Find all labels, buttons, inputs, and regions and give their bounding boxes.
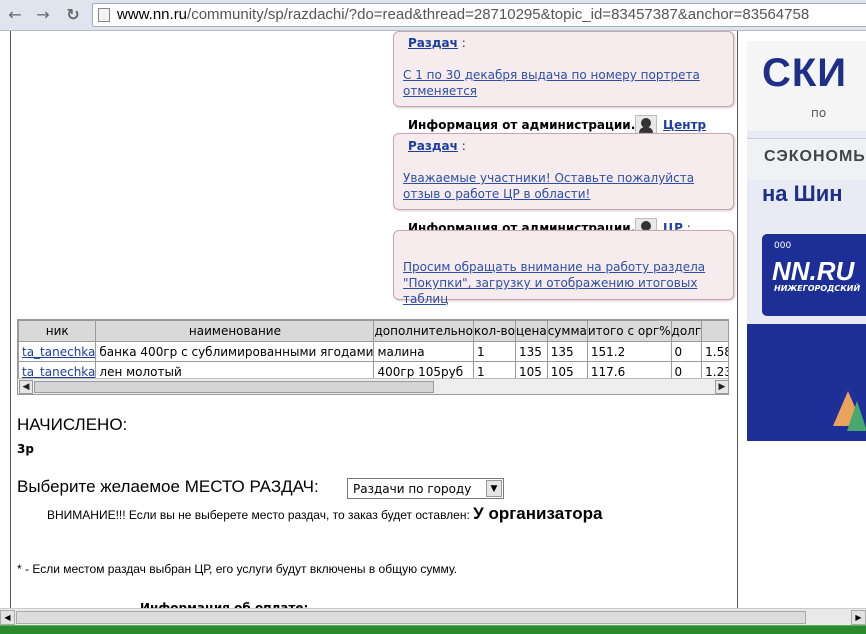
page-scroll-thumb[interactable] [16, 611, 806, 624]
message-box-1: Раздач : С 1 по 30 декабря выдача по ном… [393, 31, 734, 107]
accrued-value: 3р [17, 442, 34, 456]
url-text: www.nn.ru/community/sp/razdachi/?do=read… [117, 6, 809, 23]
order-table: ник наименование дополнительно кол-во це… [18, 320, 728, 382]
message-1-title[interactable]: Раздач [408, 36, 458, 50]
message-1-body[interactable]: С 1 по 30 декабря выдача по номеру портр… [403, 67, 723, 99]
pickup-place-selected: Раздачи по городу [353, 482, 472, 496]
scroll-right-icon[interactable]: ▶ [715, 380, 728, 394]
table-scroll-thumb[interactable] [34, 381, 434, 393]
column-header[interactable]: дополнительно [373, 320, 474, 342]
scroll-right-icon[interactable]: ▶ [851, 610, 866, 625]
pickup-place-select[interactable]: Раздачи по городу ▼ [347, 478, 504, 499]
table-cell: 1.58764417 [701, 341, 728, 362]
table-cell: ta_tanechka [18, 341, 97, 362]
table-cell: малина [373, 341, 474, 362]
back-arrow-icon[interactable]: ← [4, 4, 26, 26]
user-link[interactable]: ta_tanechka [22, 345, 95, 359]
pickup-warning: ВНИМАНИЕ!!! Если вы не выберете место ра… [47, 504, 602, 524]
advert-discount-card: 000 NN.RU НИЖЕГОРОДСКИЙ [762, 234, 866, 316]
table-cell: 135 [514, 341, 548, 362]
accrued-label: НАЧИСЛЕНО: [17, 415, 128, 434]
user-link[interactable]: ta_tanechka [22, 365, 95, 379]
pickup-warning-value: У организатора [473, 504, 603, 523]
column-header[interactable]: итого с орг% [586, 320, 672, 342]
pickup-note: * - Если местом раздач выбран ЦР, его ус… [17, 562, 458, 576]
message-box-3: Просим обращать внимание на работу разде… [393, 230, 734, 306]
message-2-author[interactable]: Центр [663, 118, 706, 132]
column-header[interactable]: наименование [95, 320, 375, 342]
message-box-2: Раздач : Уважаемые участники! Оставьте п… [393, 133, 734, 210]
column-header[interactable]: цена [514, 320, 548, 342]
table-cell: 1 [472, 341, 516, 362]
scroll-left-icon[interactable]: ◀ [19, 380, 33, 394]
address-bar[interactable]: www.nn.ru/community/sp/razdachi/?do=read… [92, 3, 866, 27]
advert-band: СЭКОНОМЬ [747, 138, 866, 180]
advert-top-text: СКИ [762, 51, 848, 95]
advert-card-subtitle: НИЖЕГОРОДСКИЙ [774, 284, 861, 293]
os-taskbar [0, 625, 866, 634]
admin-avatar-icon[interactable] [635, 115, 657, 135]
message-2-body[interactable]: Уважаемые участники! Оставьте пожалуйста… [403, 170, 728, 202]
message-2-header: Информация от администрации. [408, 118, 636, 132]
message-2-title[interactable]: Раздач [408, 139, 458, 153]
advert-top: СКИ по [747, 41, 866, 131]
column-header[interactable]: долг [670, 320, 703, 342]
table-cell: 0 [670, 341, 703, 362]
page-left-border [10, 31, 11, 608]
url-domain: www.nn.ru [117, 6, 188, 23]
url-path: /community/sp/razdachi/?do=read&thread=2… [187, 6, 810, 23]
page-horizontal-scrollbar[interactable]: ◀ ▶ [0, 608, 866, 625]
column-header[interactable]: тк [701, 320, 728, 342]
table-cell: 135 [546, 341, 588, 362]
pickup-place-label: Выберите желаемое МЕСТО РАЗДАЧ: [17, 477, 319, 496]
advert-top-subtext: по [811, 106, 827, 120]
chevron-down-icon[interactable]: ▼ [486, 480, 502, 497]
message-3-body[interactable]: Просим обращать внимание на работу разде… [403, 259, 728, 307]
advert-decor-shape [847, 401, 866, 431]
table-header-row: ник наименование дополнительно кол-во це… [18, 320, 728, 342]
table-cell: банка 400гр с сублимированными ягодами [95, 341, 375, 362]
scroll-left-icon[interactable]: ◀ [0, 610, 15, 625]
column-header[interactable]: ник [18, 320, 97, 342]
table-horizontal-scrollbar[interactable]: ◀ ▶ [18, 378, 728, 394]
order-table-container: ник наименование дополнительно кол-во це… [17, 319, 729, 395]
column-header[interactable]: сумма [546, 320, 588, 342]
pickup-warning-text: ВНИМАНИЕ!!! Если вы не выберете место ра… [47, 508, 470, 522]
table-cell: 151.2 [586, 341, 672, 362]
browser-toolbar: ← → ↻ www.nn.ru/community/sp/razdachi/?d… [0, 0, 866, 31]
message-2-colon: : [461, 139, 466, 153]
forward-arrow-icon[interactable]: → [32, 4, 54, 26]
advert-mid-text: на Шин [762, 181, 843, 206]
advert-band-text: СЭКОНОМЬ [764, 148, 866, 165]
advert-banner[interactable]: СКИ по СЭКОНОМЬ на Шин 000 NN.RU НИЖЕГОР… [747, 41, 866, 441]
reload-icon[interactable]: ↻ [62, 4, 84, 26]
page-right-border [737, 31, 738, 608]
column-header[interactable]: кол-во [472, 320, 516, 342]
message-1-colon: : [461, 36, 466, 50]
table-row: ta_tanechka банка 400гр с сублимированны… [18, 341, 728, 362]
advert-card-logo: NN.RU [772, 256, 855, 286]
advert-card-number: 000 [774, 241, 792, 251]
page-icon [98, 8, 110, 22]
